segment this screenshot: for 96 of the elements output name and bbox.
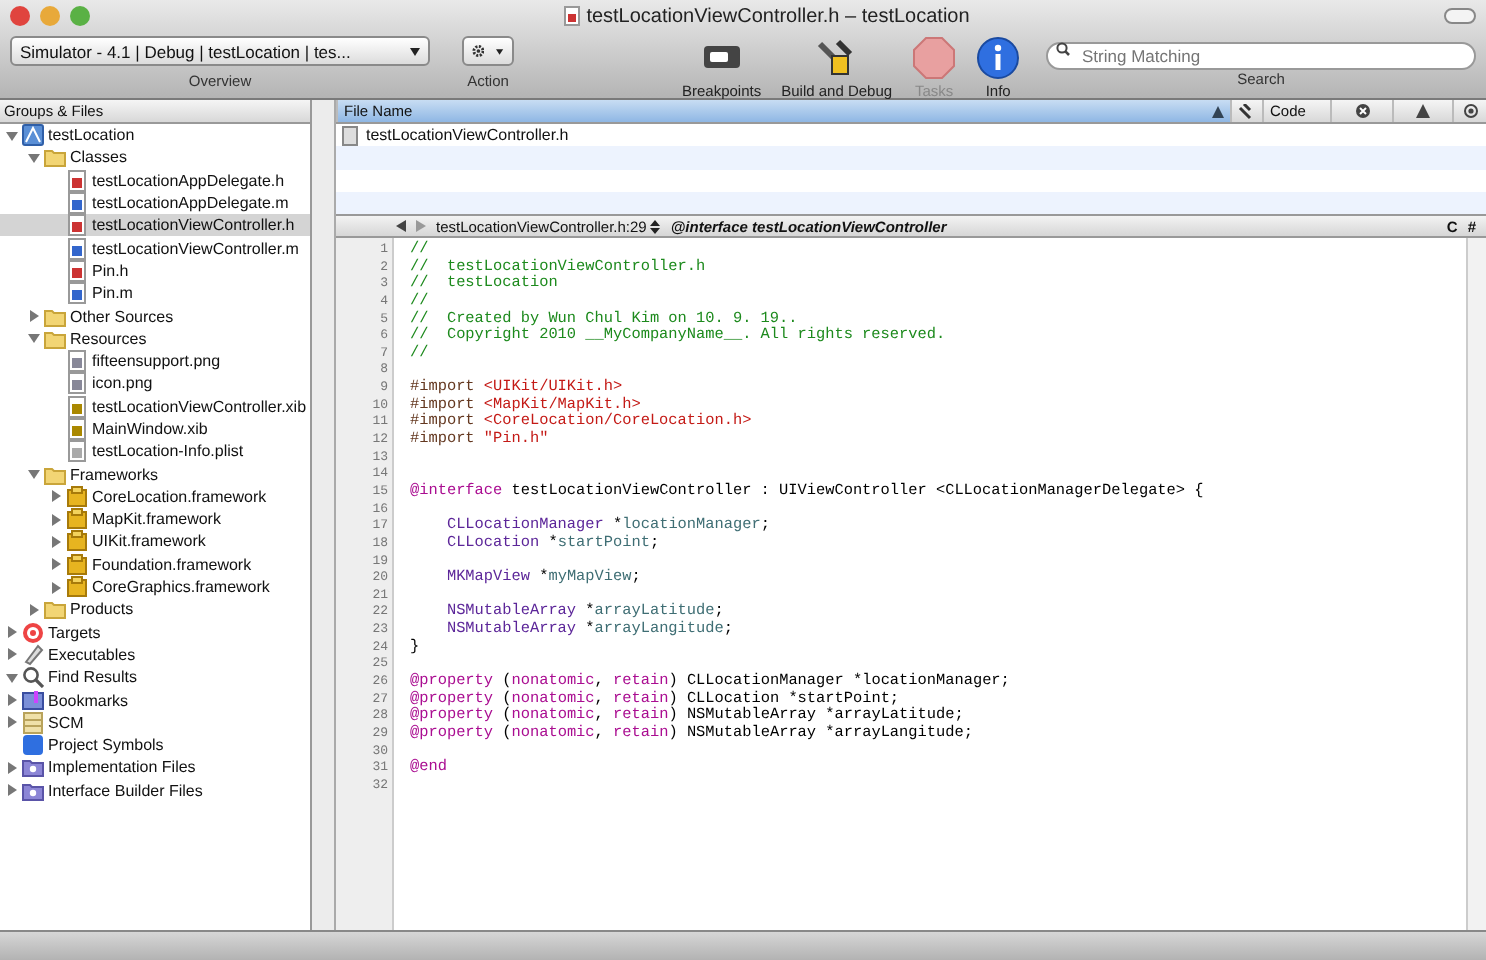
sidebar-item[interactable]: UIKit.framework (0, 530, 310, 554)
scheme-popup[interactable]: Simulator - 4.1 | Debug | testLocation | tes... (10, 36, 430, 66)
framework-icon (66, 508, 88, 531)
sidebar-item[interactable]: testLocationAppDelegate.m (0, 191, 310, 215)
folder-icon (44, 463, 66, 486)
forward-icon[interactable] (416, 220, 426, 232)
disclosure-triangle-icon[interactable] (6, 129, 18, 142)
caret-icon (410, 47, 420, 55)
source-icon (66, 237, 88, 260)
sidebar-item[interactable]: Find Results (0, 666, 310, 689)
disclosure-triangle-icon[interactable] (50, 490, 62, 503)
sidebar-item[interactable]: fifteensupport.png (0, 349, 310, 373)
back-icon[interactable] (396, 220, 406, 232)
sidebar-item[interactable]: MainWindow.xib (0, 417, 310, 441)
sidebar-item[interactable]: MapKit.framework (0, 508, 310, 531)
sidebar-item[interactable]: Implementation Files (0, 756, 310, 780)
disclosure-triangle-icon[interactable] (28, 468, 40, 481)
project-icon (22, 124, 44, 147)
sidebar-item[interactable]: Frameworks (0, 462, 310, 486)
xib-icon (66, 395, 88, 418)
sidebar-item[interactable]: Pin.m (0, 282, 310, 305)
header-icon (66, 214, 88, 237)
stepper-icon (650, 219, 661, 233)
disclosure-triangle-icon[interactable] (6, 784, 18, 797)
warning-icon (1416, 104, 1430, 118)
sidebar-item[interactable]: CoreLocation.framework (0, 485, 310, 509)
disclosure-triangle-icon[interactable] (6, 626, 18, 639)
sidebar-item[interactable]: Classes (0, 146, 310, 170)
disclosure-triangle-icon[interactable] (50, 581, 62, 594)
close-button[interactable] (10, 6, 30, 26)
disclosure-triangle-icon[interactable] (6, 671, 18, 684)
table-cell: testLocationViewController.h (366, 126, 569, 145)
sidebar-item[interactable]: Foundation.framework (0, 553, 310, 576)
file-icon (342, 125, 358, 146)
toolbar-toggle-button[interactable] (1444, 8, 1476, 24)
error-icon (1355, 104, 1369, 118)
sidebar-item[interactable]: testLocation (0, 124, 310, 147)
tasks-icon (912, 36, 957, 80)
sidebar-item[interactable]: testLocation-Info.plist (0, 440, 310, 463)
disclosure-triangle-icon[interactable] (6, 716, 18, 729)
framework-icon (66, 485, 88, 508)
hammer-icon (1238, 103, 1254, 119)
image-icon (66, 350, 88, 373)
framework-icon (66, 576, 88, 599)
xib-icon (66, 418, 88, 440)
sidebar-item[interactable]: testLocationViewController.m (0, 236, 310, 260)
sidebar-item[interactable]: Targets (0, 621, 310, 644)
disclosure-triangle-icon[interactable] (28, 151, 40, 164)
source-icon (66, 192, 88, 215)
sort-arrow-icon (1212, 105, 1224, 117)
image-icon (66, 372, 88, 395)
sidebar-item[interactable]: Interface Builder Files (0, 779, 310, 802)
targets-icon (22, 621, 44, 644)
disclosure-triangle-icon[interactable] (28, 310, 40, 323)
plist-icon (66, 440, 88, 463)
disclosure-triangle-icon[interactable] (28, 603, 40, 616)
folder-icon (44, 146, 66, 169)
target-icon (1463, 104, 1477, 118)
caret-icon (496, 47, 504, 55)
sidebar-item[interactable]: testLocationAppDelegate.h (0, 169, 310, 192)
disclosure-triangle-icon[interactable] (50, 513, 62, 526)
sidebar-item[interactable]: Executables (0, 643, 310, 667)
sidebar-item[interactable]: Products (0, 598, 310, 622)
sidebar-item[interactable]: Resources (0, 327, 310, 350)
sidebar-item[interactable]: icon.png (0, 372, 310, 396)
sidebar-item[interactable]: Bookmarks (0, 688, 310, 712)
header-icon (66, 169, 88, 192)
window-title: testLocationViewController.h – testLocation (586, 5, 970, 27)
folder-icon (44, 327, 66, 350)
source-icon (66, 282, 88, 305)
sidebar-item[interactable]: testLocationViewController.h (0, 214, 310, 237)
disclosure-triangle-icon[interactable] (28, 332, 40, 345)
folder-icon (44, 305, 66, 328)
scroll-bar[interactable] (1466, 238, 1486, 930)
disclosure-triangle-icon[interactable] (6, 761, 18, 774)
bookmarks-icon (22, 689, 44, 712)
action-button[interactable] (462, 36, 514, 66)
sidebar-item[interactable]: Other Sources (0, 304, 310, 328)
gear-icon (472, 42, 485, 60)
sidebar-item[interactable]: testLocationViewController.xib (0, 395, 310, 418)
search-field[interactable]: String Matching (1046, 42, 1476, 70)
disclosure-triangle-icon[interactable] (50, 535, 62, 548)
sidebar-item[interactable]: Pin.h (0, 259, 310, 283)
sidebar-item[interactable]: Project Symbols (0, 734, 310, 757)
sidebar-item[interactable]: CoreGraphics.framework (0, 575, 310, 599)
info-icon (976, 36, 1021, 80)
find-icon (22, 666, 44, 689)
disclosure-triangle-icon[interactable] (50, 558, 62, 571)
folder-icon (44, 598, 66, 621)
framework-icon (66, 553, 88, 576)
disclosure-triangle-icon[interactable] (6, 648, 18, 661)
header-icon (66, 259, 88, 282)
disclosure-triangle-icon[interactable] (6, 694, 18, 707)
document-icon (564, 6, 581, 26)
framework-icon (66, 530, 88, 553)
sidebar-item[interactable]: SCM (0, 711, 310, 735)
